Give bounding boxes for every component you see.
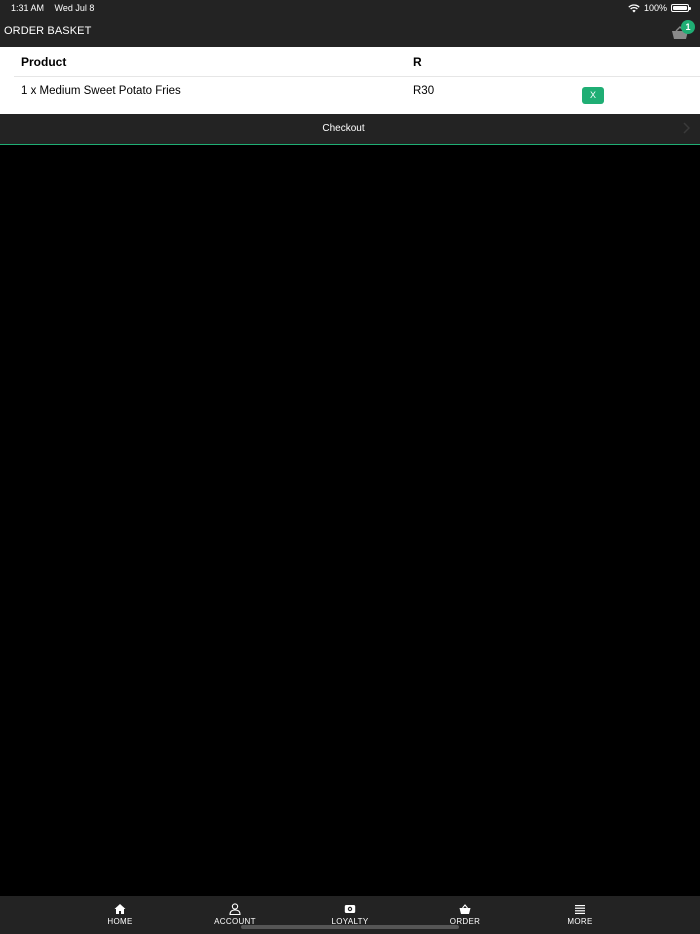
basket-table: Product R 1 x Medium Sweet Potato Fries … [0, 47, 700, 114]
home-indicator [241, 925, 459, 929]
basket-button[interactable]: 1 [671, 20, 695, 44]
status-right: 100% [628, 3, 691, 13]
basket-icon [459, 904, 471, 914]
battery-percent: 100% [643, 3, 667, 13]
status-date: Wed Jul 8 [54, 3, 95, 13]
checkout-label: Checkout [322, 123, 365, 134]
battery-icon [671, 4, 691, 12]
status-time: 1:31 AM [11, 3, 45, 13]
status-bar: 1:31 AM Wed Jul 8 100% [0, 0, 700, 16]
status-left: 1:31 AM Wed Jul 8 [11, 3, 102, 13]
nav-bar: ORDER BASKET 1 [0, 16, 700, 47]
table-header-row: Product R [14, 47, 700, 77]
menu-icon [575, 905, 585, 914]
home-icon [114, 904, 126, 914]
chevron-right-icon [683, 122, 690, 134]
column-header-product: Product [21, 55, 67, 69]
wifi-icon [628, 3, 640, 12]
page-title: ORDER BASKET [4, 25, 92, 37]
tab-home[interactable]: HOME [85, 896, 155, 934]
tab-label: HOME [107, 917, 133, 926]
checkout-button[interactable]: Checkout [0, 114, 700, 145]
tab-more[interactable]: MORE [545, 896, 615, 934]
item-price: R30 [413, 85, 435, 97]
column-header-price: R [413, 55, 422, 69]
remove-item-button[interactable]: X [582, 87, 604, 104]
tab-label: MORE [567, 917, 593, 926]
basket-count-badge: 1 [681, 20, 695, 34]
item-name: 1 x Medium Sweet Potato Fries [21, 85, 181, 97]
user-icon [229, 903, 241, 915]
loyalty-icon [344, 905, 356, 913]
table-row: 1 x Medium Sweet Potato Fries R30 X [14, 77, 700, 114]
